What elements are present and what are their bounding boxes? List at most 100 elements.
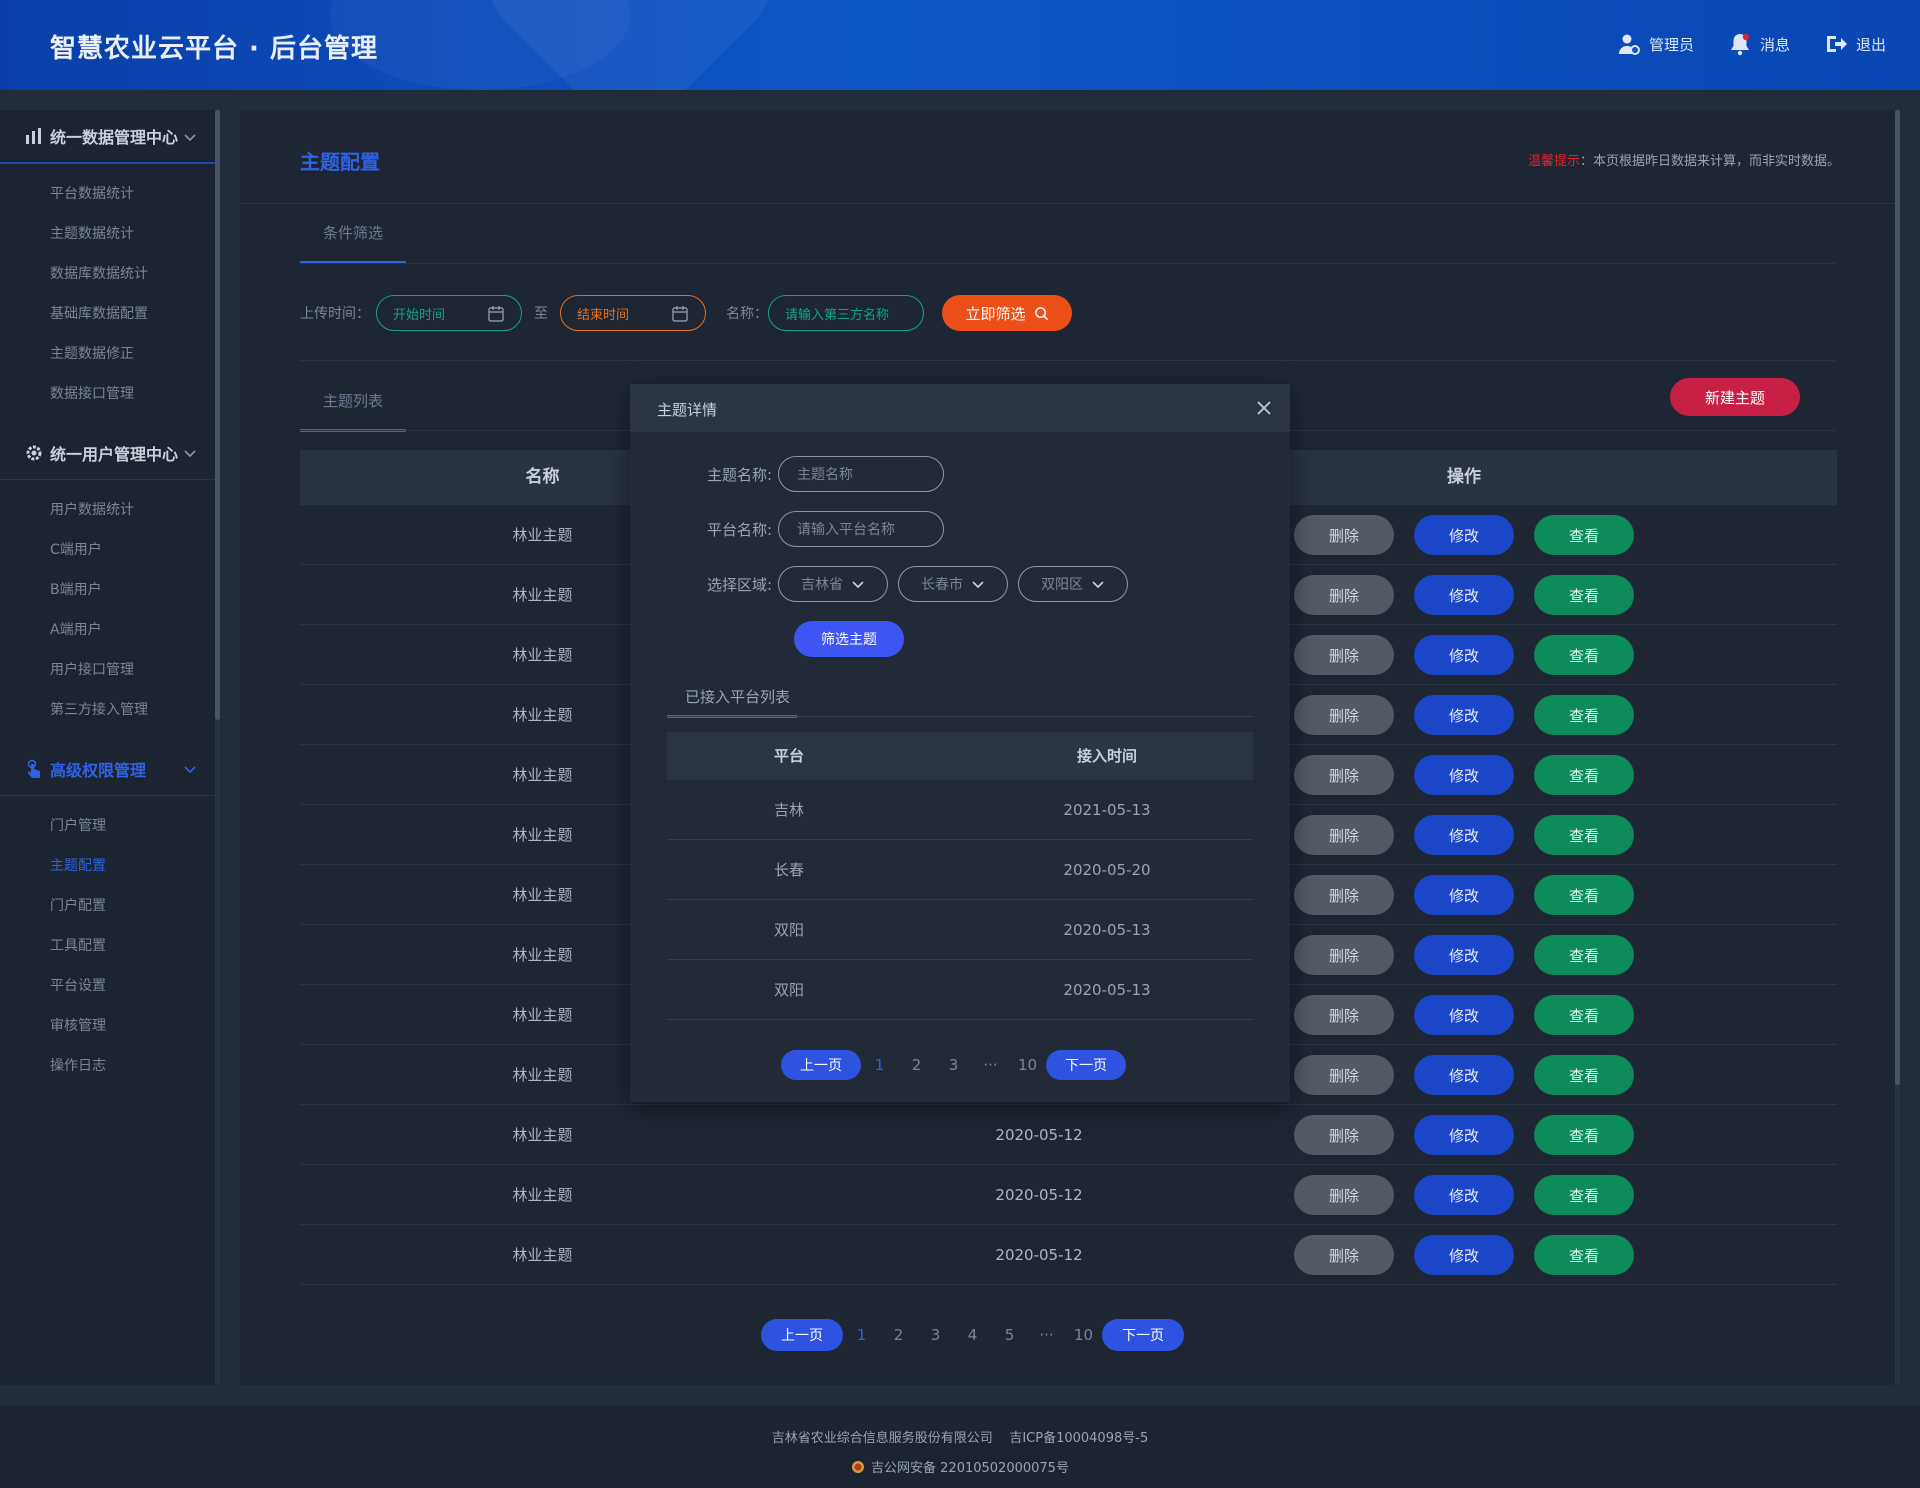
sidebar-scrollbar[interactable] bbox=[215, 110, 220, 1385]
sidebar-item[interactable]: 门户配置 bbox=[0, 886, 215, 926]
page-number[interactable]: 5 bbox=[991, 1326, 1028, 1344]
theme-name-input[interactable]: 主题名称 bbox=[778, 456, 944, 492]
delete-button[interactable]: 删除 bbox=[1294, 995, 1394, 1035]
police-record[interactable]: 吉公网安备 22010502000075号 bbox=[871, 1457, 1069, 1476]
sidebar-item[interactable]: 主题数据统计 bbox=[0, 214, 215, 254]
edit-button[interactable]: 修改 bbox=[1414, 815, 1514, 855]
edit-button[interactable]: 修改 bbox=[1414, 575, 1514, 615]
logout-link[interactable]: 退出 bbox=[1824, 32, 1886, 56]
start-date-input[interactable]: 开始时间 bbox=[376, 295, 522, 331]
sidebar-item[interactable]: 审核管理 bbox=[0, 1006, 215, 1046]
filter-theme-button[interactable]: 筛选主题 bbox=[794, 621, 904, 657]
page-number[interactable]: 10 bbox=[1009, 1056, 1046, 1074]
tab-theme-list[interactable]: 主题列表 bbox=[300, 390, 406, 432]
edit-button[interactable]: 修改 bbox=[1414, 1115, 1514, 1155]
sidebar-item[interactable]: C端用户 bbox=[0, 530, 215, 570]
page-number[interactable]: 2 bbox=[898, 1056, 935, 1074]
sidebar-item[interactable]: 平台数据统计 bbox=[0, 174, 215, 214]
icp-record[interactable]: 吉ICP备10004098号-5 bbox=[1009, 1431, 1148, 1446]
page-number[interactable]: 1 bbox=[843, 1326, 880, 1344]
tab-connected-platforms[interactable]: 已接入平台列表 bbox=[667, 678, 797, 718]
edit-button[interactable]: 修改 bbox=[1414, 935, 1514, 975]
delete-button[interactable]: 删除 bbox=[1294, 515, 1394, 555]
view-button[interactable]: 查看 bbox=[1534, 875, 1634, 915]
page-number[interactable]: 10 bbox=[1065, 1326, 1102, 1344]
scrollbar-thumb[interactable] bbox=[1895, 110, 1900, 1085]
sidebar-item[interactable]: 操作日志 bbox=[0, 1046, 215, 1086]
view-button[interactable]: 查看 bbox=[1534, 815, 1634, 855]
scrollbar-thumb[interactable] bbox=[215, 110, 220, 720]
view-button[interactable]: 查看 bbox=[1534, 695, 1634, 735]
prev-page-button[interactable]: 上一页 bbox=[781, 1050, 861, 1080]
delete-button[interactable]: 删除 bbox=[1294, 1235, 1394, 1275]
sidebar-group-data-center[interactable]: 统一数据管理中心 bbox=[0, 110, 215, 164]
city-select[interactable]: 长春市 bbox=[898, 566, 1008, 602]
sidebar-item[interactable]: B端用户 bbox=[0, 570, 215, 610]
view-button[interactable]: 查看 bbox=[1534, 995, 1634, 1035]
sidebar-item[interactable]: 用户数据统计 bbox=[0, 490, 215, 530]
tab-filter[interactable]: 条件筛选 bbox=[300, 222, 406, 264]
close-icon[interactable] bbox=[1256, 400, 1272, 416]
next-page-button[interactable]: 下一页 bbox=[1102, 1319, 1184, 1351]
view-button[interactable]: 查看 bbox=[1534, 1115, 1634, 1155]
edit-button[interactable]: 修改 bbox=[1414, 755, 1514, 795]
end-date-input[interactable]: 结束时间 bbox=[560, 295, 706, 331]
next-page-button[interactable]: 下一页 bbox=[1046, 1050, 1126, 1080]
sidebar-item[interactable]: A端用户 bbox=[0, 610, 215, 650]
sidebar-item[interactable]: 平台设置 bbox=[0, 966, 215, 1006]
edit-button[interactable]: 修改 bbox=[1414, 875, 1514, 915]
delete-button[interactable]: 删除 bbox=[1294, 1175, 1394, 1215]
sidebar-item[interactable]: 门户管理 bbox=[0, 806, 215, 846]
page-number[interactable]: 3 bbox=[935, 1056, 972, 1074]
view-button[interactable]: 查看 bbox=[1534, 1235, 1634, 1275]
view-button[interactable]: 查看 bbox=[1534, 755, 1634, 795]
sidebar-group-user-center[interactable]: 统一用户管理中心 bbox=[0, 426, 215, 480]
sidebar-item[interactable]: 第三方接入管理 bbox=[0, 690, 215, 730]
view-button[interactable]: 查看 bbox=[1534, 515, 1634, 555]
delete-button[interactable]: 删除 bbox=[1294, 815, 1394, 855]
edit-button[interactable]: 修改 bbox=[1414, 1235, 1514, 1275]
edit-button[interactable]: 修改 bbox=[1414, 995, 1514, 1035]
page-number[interactable]: 4 bbox=[954, 1326, 991, 1344]
delete-button[interactable]: 删除 bbox=[1294, 695, 1394, 735]
name-input[interactable]: 请输入第三方名称 bbox=[768, 295, 924, 331]
delete-button[interactable]: 删除 bbox=[1294, 755, 1394, 795]
province-select[interactable]: 吉林省 bbox=[778, 566, 888, 602]
sidebar-group-permissions[interactable]: 高级权限管理 bbox=[0, 742, 215, 796]
search-button[interactable]: 立即筛选 bbox=[942, 295, 1072, 331]
page-number[interactable]: 1 bbox=[861, 1056, 898, 1074]
delete-button[interactable]: 删除 bbox=[1294, 575, 1394, 615]
main-scrollbar[interactable] bbox=[1895, 110, 1900, 1385]
sidebar-item[interactable]: 工具配置 bbox=[0, 926, 215, 966]
delete-button[interactable]: 删除 bbox=[1294, 875, 1394, 915]
sidebar-item[interactable]: 主题数据修正 bbox=[0, 334, 215, 374]
edit-button[interactable]: 修改 bbox=[1414, 635, 1514, 675]
delete-button[interactable]: 删除 bbox=[1294, 1115, 1394, 1155]
sidebar-item[interactable]: 数据接口管理 bbox=[0, 374, 215, 414]
sidebar-item[interactable]: 数据库数据统计 bbox=[0, 254, 215, 294]
edit-button[interactable]: 修改 bbox=[1414, 515, 1514, 555]
page-number[interactable]: 3 bbox=[917, 1326, 954, 1344]
sidebar-item[interactable]: 基础库数据配置 bbox=[0, 294, 215, 334]
page-number[interactable]: 2 bbox=[880, 1326, 917, 1344]
view-button[interactable]: 查看 bbox=[1534, 635, 1634, 675]
district-select[interactable]: 双阳区 bbox=[1018, 566, 1128, 602]
view-button[interactable]: 查看 bbox=[1534, 1175, 1634, 1215]
sidebar-item-theme-config[interactable]: 主题配置 bbox=[0, 846, 215, 886]
delete-button[interactable]: 删除 bbox=[1294, 635, 1394, 675]
delete-button[interactable]: 删除 bbox=[1294, 1055, 1394, 1095]
view-button[interactable]: 查看 bbox=[1534, 575, 1634, 615]
view-button[interactable]: 查看 bbox=[1534, 935, 1634, 975]
view-button[interactable]: 查看 bbox=[1534, 1055, 1634, 1095]
new-theme-button[interactable]: 新建主题 bbox=[1670, 378, 1800, 416]
edit-button[interactable]: 修改 bbox=[1414, 1055, 1514, 1095]
prev-page-button[interactable]: 上一页 bbox=[761, 1319, 843, 1351]
edit-button[interactable]: 修改 bbox=[1414, 695, 1514, 735]
admin-link[interactable]: 管理员 bbox=[1617, 32, 1694, 56]
delete-button[interactable]: 删除 bbox=[1294, 935, 1394, 975]
edit-button[interactable]: 修改 bbox=[1414, 1175, 1514, 1215]
platform-name-input[interactable]: 请输入平台名称 bbox=[778, 511, 944, 547]
messages-link[interactable]: 消息 bbox=[1728, 32, 1790, 56]
table-row: 林业主题 2020-05-12 删除 修改 查看 bbox=[300, 1225, 1837, 1285]
sidebar-item[interactable]: 用户接口管理 bbox=[0, 650, 215, 690]
